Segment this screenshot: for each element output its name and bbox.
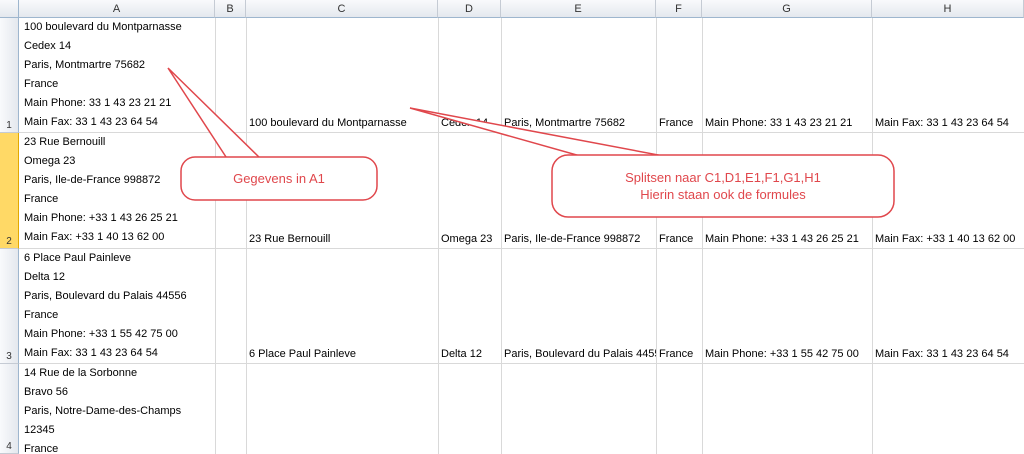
cell-g1-value: Main Phone: 33 1 43 23 21 21 xyxy=(705,117,853,129)
column-header-f[interactable]: F xyxy=(656,0,702,18)
cell-f2-value: France xyxy=(659,233,694,245)
cell-line: France xyxy=(24,78,59,90)
cell-e3-value: Paris, Boulevard du Palais 44556 xyxy=(504,348,656,360)
column-header-h[interactable]: H xyxy=(872,0,1024,18)
cell-f3[interactable]: France xyxy=(656,249,702,363)
callout-left-text: Gegevens in A1 xyxy=(233,171,325,186)
cell-line: France xyxy=(24,309,59,321)
cell-line: Main Fax: +33 1 40 13 62 00 xyxy=(24,231,165,243)
cell-line: Paris, Notre-Dame-des-Champs xyxy=(24,405,182,417)
column-header-d[interactable]: D xyxy=(438,0,501,18)
cell-c3[interactable]: 6 Place Paul Painleve xyxy=(246,249,438,363)
cell-a1[interactable]: 100 boulevard du Montparnasse Cedex 14 P… xyxy=(21,18,215,132)
cell-line: 12345 xyxy=(24,424,55,436)
cell-line: Cedex 14 xyxy=(24,40,72,52)
cell-d3-value: Delta 12 xyxy=(441,348,482,360)
cell-g2-value: Main Phone: +33 1 43 26 25 21 xyxy=(705,233,859,245)
cell-line: Main Phone: +33 1 55 42 75 00 xyxy=(24,328,178,340)
cell-a4[interactable]: 14 Rue de la Sorbonne Bravo 56 Paris, No… xyxy=(21,364,215,454)
cell-c2-value: 23 Rue Bernouill xyxy=(249,233,331,245)
row-header-4[interactable]: 4 xyxy=(0,364,19,454)
cell-f1-value: France xyxy=(659,117,694,129)
cell-g3-value: Main Phone: +33 1 55 42 75 00 xyxy=(705,348,859,360)
cell-c1[interactable]: 100 boulevard du Montparnasse xyxy=(246,18,438,132)
cell-h2-value: Main Fax: +33 1 40 13 62 00 xyxy=(875,233,1016,245)
cell-line: Paris, Boulevard du Palais 44556 xyxy=(24,290,187,302)
cell-f1[interactable]: France xyxy=(656,18,702,132)
cell-a3[interactable]: 6 Place Paul Painleve Delta 12 Paris, Bo… xyxy=(21,249,215,363)
cell-e3[interactable]: Paris, Boulevard du Palais 44556 xyxy=(501,249,656,363)
cell-d1-value: Cedex 14 xyxy=(441,117,489,129)
cell-g1[interactable]: Main Phone: 33 1 43 23 21 21 xyxy=(702,18,872,132)
callout-right-line1: Splitsen naar C1,D1,E1,F1,G1,H1 xyxy=(625,170,821,185)
cell-line: Main Fax: 33 1 43 23 64 54 xyxy=(24,116,158,128)
cell-f3-value: France xyxy=(659,348,694,360)
cell-line: 14 Rue de la Sorbonne xyxy=(24,367,138,379)
cell-line: Paris, Montmartre 75682 xyxy=(24,59,146,71)
cell-d2[interactable]: Omega 23 xyxy=(438,133,501,248)
cell-c3-value: 6 Place Paul Painleve xyxy=(249,348,357,360)
row-header-1[interactable]: 1 xyxy=(0,18,19,133)
cell-line: Delta 12 xyxy=(24,271,65,283)
select-all-corner[interactable] xyxy=(0,0,19,18)
cell-line: Main Phone: 33 1 43 23 21 21 xyxy=(24,97,172,109)
callout-right-text: Splitsen naar C1,D1,E1,F1,G1,H1 Hierin s… xyxy=(552,155,894,217)
cell-e1-value: Paris, Montmartre 75682 xyxy=(504,117,626,129)
row-header-2[interactable]: 2 xyxy=(0,133,19,249)
cell-e2-value: Paris, Ile-de-France 998872 xyxy=(504,233,641,245)
cell-line: Bravo 56 xyxy=(24,386,69,398)
callout-right-line2: Hierin staan ook de formules xyxy=(640,187,806,202)
cell-h1[interactable]: Main Fax: 33 1 43 23 64 54 xyxy=(872,18,1024,132)
cell-d2-value: Omega 23 xyxy=(441,233,493,245)
row-header-3[interactable]: 3 xyxy=(0,249,19,364)
cell-c1-value: 100 boulevard du Montparnasse xyxy=(249,117,407,129)
cell-h3-value: Main Fax: 33 1 43 23 64 54 xyxy=(875,348,1009,360)
spreadsheet-grid: A B C D E F G H 1 2 3 4 100 boulevard du… xyxy=(0,0,1024,454)
cell-h1-value: Main Fax: 33 1 43 23 64 54 xyxy=(875,117,1009,129)
cell-line: Main Phone: +33 1 43 26 25 21 xyxy=(24,212,178,224)
column-header-e[interactable]: E xyxy=(501,0,656,18)
cell-g3[interactable]: Main Phone: +33 1 55 42 75 00 xyxy=(702,249,872,363)
column-header-c[interactable]: C xyxy=(246,0,438,18)
cell-e1[interactable]: Paris, Montmartre 75682 xyxy=(501,18,656,132)
column-header-a[interactable]: A xyxy=(19,0,215,18)
cell-line: 6 Place Paul Painleve xyxy=(24,252,132,264)
cell-line: France xyxy=(24,443,59,454)
cell-h2[interactable]: Main Fax: +33 1 40 13 62 00 xyxy=(872,133,1024,248)
cell-d3[interactable]: Delta 12 xyxy=(438,249,501,363)
column-header-g[interactable]: G xyxy=(702,0,872,18)
cell-line: Main Fax: 33 1 43 23 64 54 xyxy=(24,347,158,359)
cell-h3[interactable]: Main Fax: 33 1 43 23 64 54 xyxy=(872,249,1024,363)
cell-line: 100 boulevard du Montparnasse xyxy=(24,21,182,33)
cell-line: 23 Rue Bernouill xyxy=(24,136,106,148)
cell-d1[interactable]: Cedex 14 xyxy=(438,18,501,132)
column-header-b[interactable]: B xyxy=(215,0,246,18)
